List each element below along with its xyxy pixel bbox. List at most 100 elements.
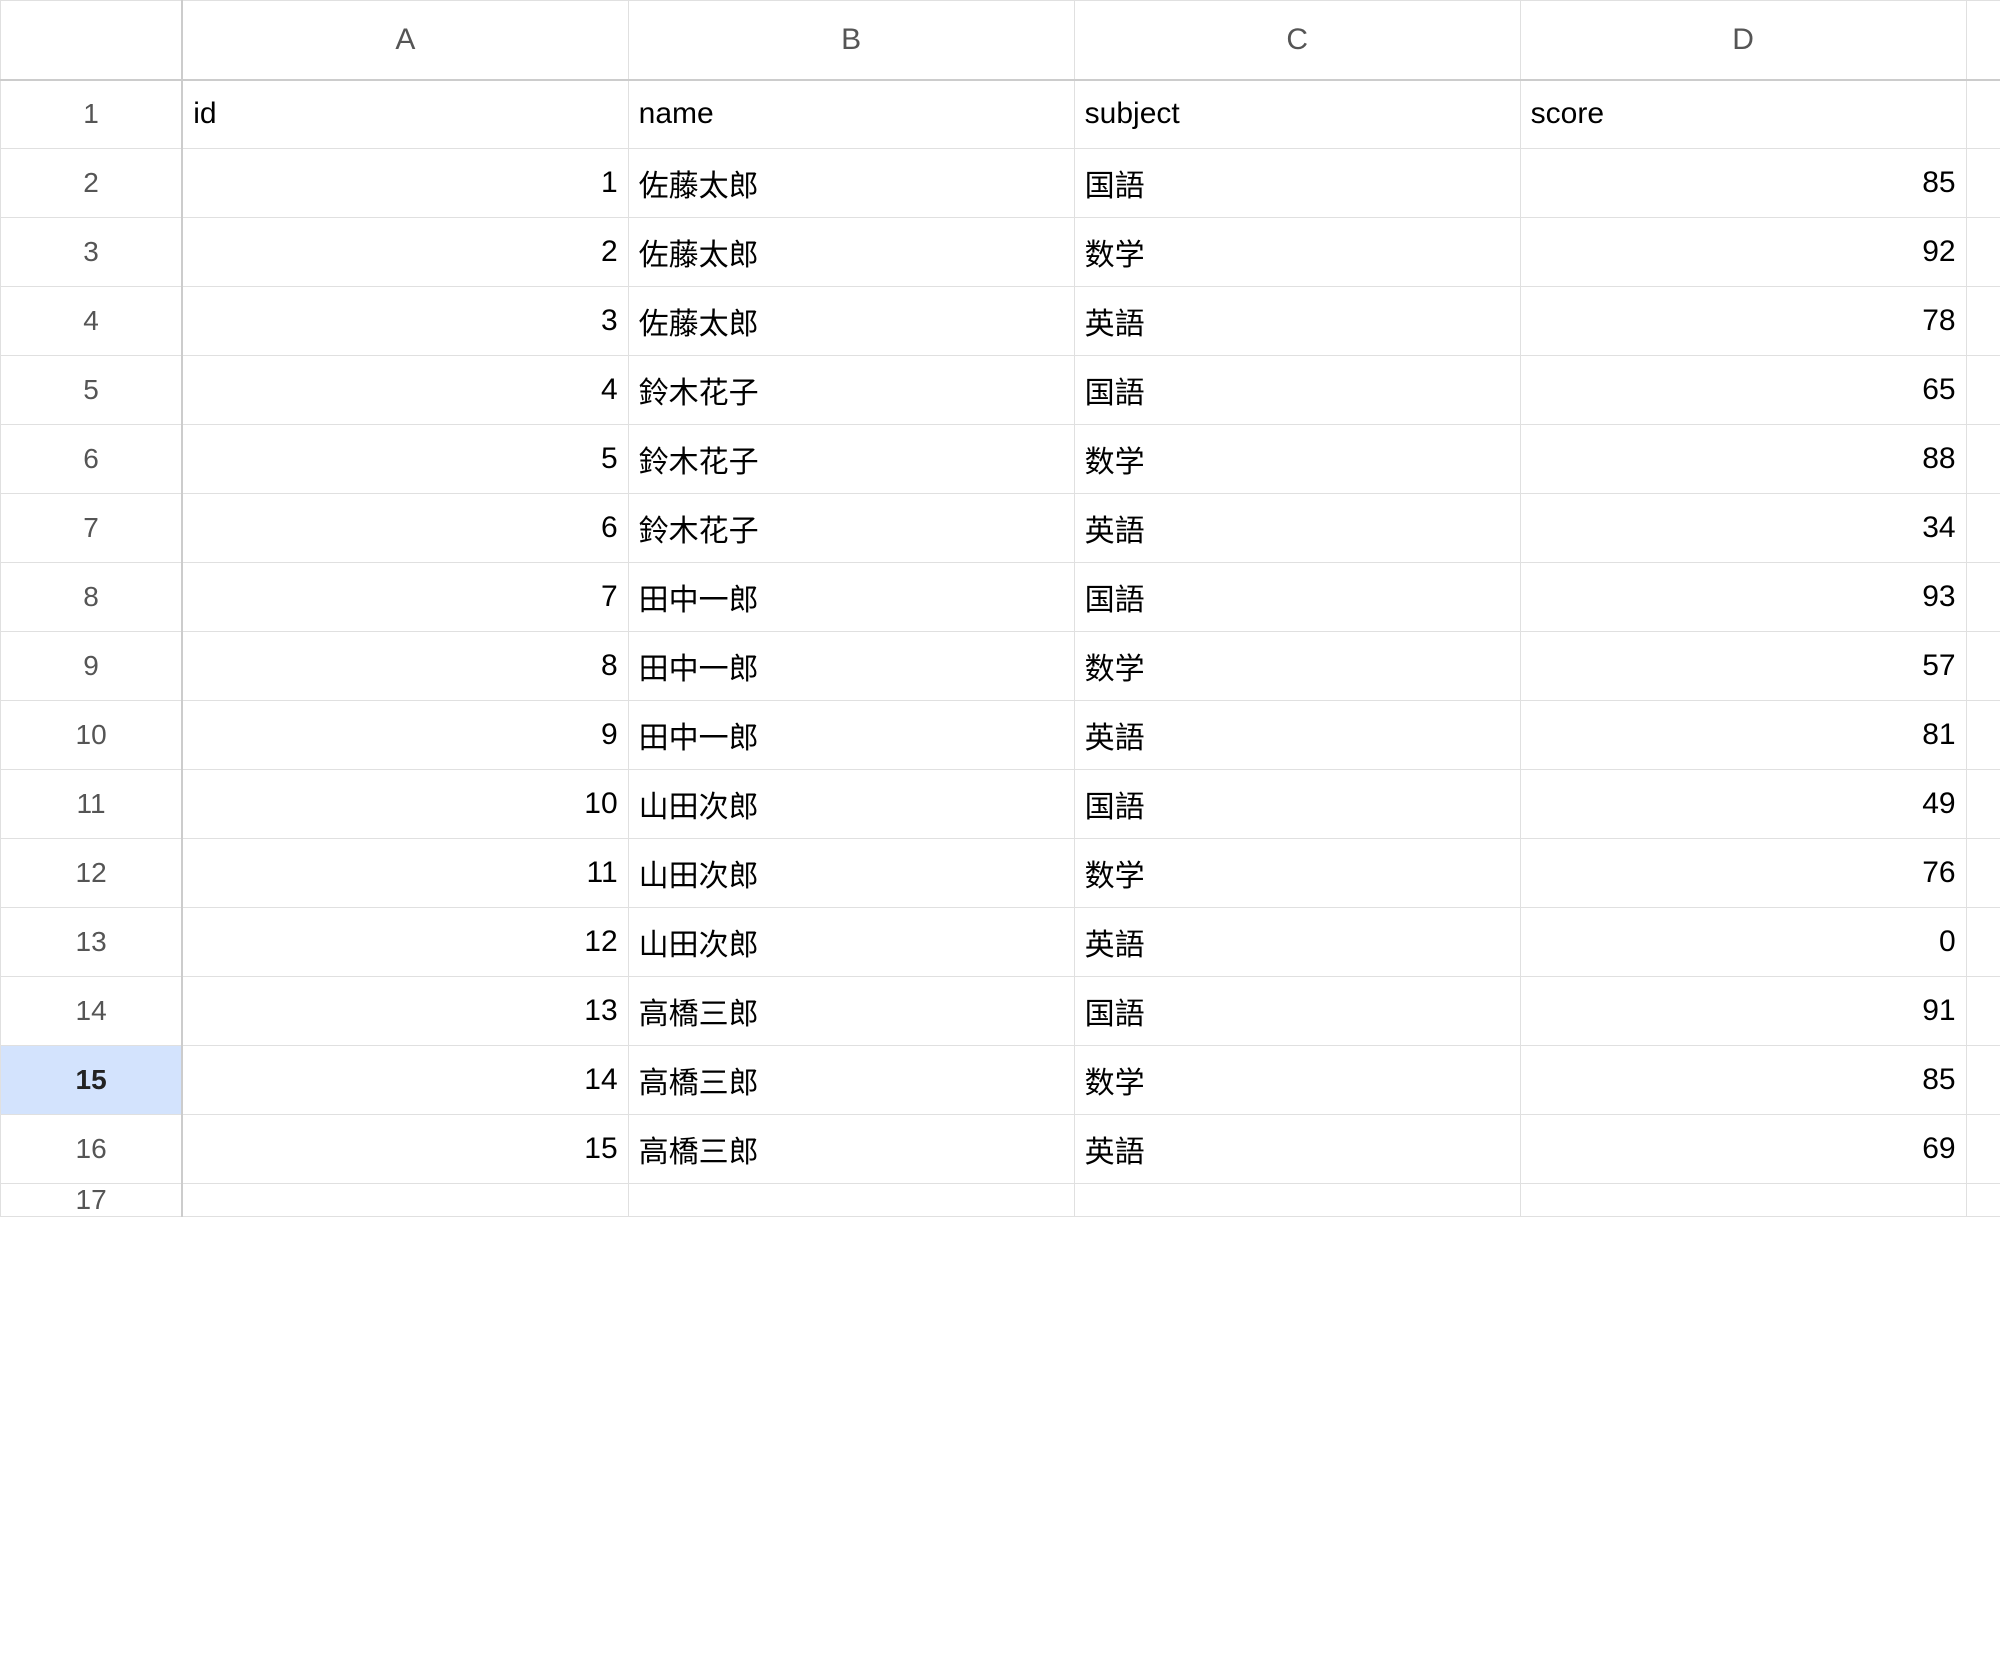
cell-A3[interactable]: 2 bbox=[182, 217, 628, 286]
cell-E7[interactable] bbox=[1966, 493, 2000, 562]
cell-D8[interactable]: 93 bbox=[1520, 562, 1966, 631]
cell-B11[interactable]: 山田次郎 bbox=[628, 769, 1074, 838]
cell-E15[interactable] bbox=[1966, 1045, 2000, 1114]
row-header-3[interactable]: 3 bbox=[1, 217, 183, 286]
cell-B13[interactable]: 山田次郎 bbox=[628, 907, 1074, 976]
select-all-corner[interactable] bbox=[1, 1, 183, 81]
column-header-E-partial[interactable] bbox=[1966, 1, 2000, 81]
cell-B17[interactable] bbox=[628, 1183, 1074, 1216]
row-header-14[interactable]: 14 bbox=[1, 976, 183, 1045]
cell-C8[interactable]: 国語 bbox=[1074, 562, 1520, 631]
cell-E16[interactable] bbox=[1966, 1114, 2000, 1183]
cell-A12[interactable]: 11 bbox=[182, 838, 628, 907]
cell-A14[interactable]: 13 bbox=[182, 976, 628, 1045]
cell-D13[interactable]: 0 bbox=[1520, 907, 1966, 976]
column-header-D[interactable]: D bbox=[1520, 1, 1966, 81]
cell-E14[interactable] bbox=[1966, 976, 2000, 1045]
cell-D16[interactable]: 69 bbox=[1520, 1114, 1966, 1183]
cell-A9[interactable]: 8 bbox=[182, 631, 628, 700]
cell-E10[interactable] bbox=[1966, 700, 2000, 769]
cell-A16[interactable]: 15 bbox=[182, 1114, 628, 1183]
cell-C1[interactable]: subject bbox=[1074, 80, 1520, 148]
cell-D1[interactable]: score bbox=[1520, 80, 1966, 148]
cell-B14[interactable]: 高橋三郎 bbox=[628, 976, 1074, 1045]
cell-C13[interactable]: 英語 bbox=[1074, 907, 1520, 976]
spreadsheet-grid[interactable]: A B C D 1 id name subject score 2 1 佐藤太郎… bbox=[0, 0, 2000, 1217]
cell-D9[interactable]: 57 bbox=[1520, 631, 1966, 700]
cell-E9[interactable] bbox=[1966, 631, 2000, 700]
cell-E8[interactable] bbox=[1966, 562, 2000, 631]
cell-D11[interactable]: 49 bbox=[1520, 769, 1966, 838]
row-header-11[interactable]: 11 bbox=[1, 769, 183, 838]
cell-A17[interactable] bbox=[182, 1183, 628, 1216]
cell-C12[interactable]: 数学 bbox=[1074, 838, 1520, 907]
column-header-A[interactable]: A bbox=[182, 1, 628, 81]
cell-A4[interactable]: 3 bbox=[182, 286, 628, 355]
row-header-16[interactable]: 16 bbox=[1, 1114, 183, 1183]
cell-C6[interactable]: 数学 bbox=[1074, 424, 1520, 493]
cell-B8[interactable]: 田中一郎 bbox=[628, 562, 1074, 631]
cell-E5[interactable] bbox=[1966, 355, 2000, 424]
row-header-13[interactable]: 13 bbox=[1, 907, 183, 976]
cell-C17[interactable] bbox=[1074, 1183, 1520, 1216]
cell-C16[interactable]: 英語 bbox=[1074, 1114, 1520, 1183]
row-header-5[interactable]: 5 bbox=[1, 355, 183, 424]
cell-B4[interactable]: 佐藤太郎 bbox=[628, 286, 1074, 355]
row-header-2[interactable]: 2 bbox=[1, 148, 183, 217]
cell-E13[interactable] bbox=[1966, 907, 2000, 976]
cell-E3[interactable] bbox=[1966, 217, 2000, 286]
cell-D12[interactable]: 76 bbox=[1520, 838, 1966, 907]
cell-B5[interactable]: 鈴木花子 bbox=[628, 355, 1074, 424]
cell-D6[interactable]: 88 bbox=[1520, 424, 1966, 493]
cell-B7[interactable]: 鈴木花子 bbox=[628, 493, 1074, 562]
cell-A5[interactable]: 4 bbox=[182, 355, 628, 424]
column-header-B[interactable]: B bbox=[628, 1, 1074, 81]
cell-C2[interactable]: 国語 bbox=[1074, 148, 1520, 217]
row-header-4[interactable]: 4 bbox=[1, 286, 183, 355]
cell-C10[interactable]: 英語 bbox=[1074, 700, 1520, 769]
row-header-7[interactable]: 7 bbox=[1, 493, 183, 562]
row-header-6[interactable]: 6 bbox=[1, 424, 183, 493]
row-header-9[interactable]: 9 bbox=[1, 631, 183, 700]
cell-E2[interactable] bbox=[1966, 148, 2000, 217]
cell-A11[interactable]: 10 bbox=[182, 769, 628, 838]
cell-E1[interactable] bbox=[1966, 80, 2000, 148]
cell-D5[interactable]: 65 bbox=[1520, 355, 1966, 424]
cell-B2[interactable]: 佐藤太郎 bbox=[628, 148, 1074, 217]
cell-A6[interactable]: 5 bbox=[182, 424, 628, 493]
cell-C5[interactable]: 国語 bbox=[1074, 355, 1520, 424]
cell-B15[interactable]: 高橋三郎 bbox=[628, 1045, 1074, 1114]
cell-A8[interactable]: 7 bbox=[182, 562, 628, 631]
cell-C7[interactable]: 英語 bbox=[1074, 493, 1520, 562]
cell-A7[interactable]: 6 bbox=[182, 493, 628, 562]
row-header-17[interactable]: 17 bbox=[1, 1183, 183, 1216]
row-header-12[interactable]: 12 bbox=[1, 838, 183, 907]
cell-E11[interactable] bbox=[1966, 769, 2000, 838]
cell-B16[interactable]: 高橋三郎 bbox=[628, 1114, 1074, 1183]
cell-D17[interactable] bbox=[1520, 1183, 1966, 1216]
cell-B9[interactable]: 田中一郎 bbox=[628, 631, 1074, 700]
cell-A10[interactable]: 9 bbox=[182, 700, 628, 769]
cell-A15[interactable]: 14 bbox=[182, 1045, 628, 1114]
cell-D7[interactable]: 34 bbox=[1520, 493, 1966, 562]
cell-D4[interactable]: 78 bbox=[1520, 286, 1966, 355]
cell-C9[interactable]: 数学 bbox=[1074, 631, 1520, 700]
cell-B6[interactable]: 鈴木花子 bbox=[628, 424, 1074, 493]
cell-C11[interactable]: 国語 bbox=[1074, 769, 1520, 838]
cell-B1[interactable]: name bbox=[628, 80, 1074, 148]
cell-A2[interactable]: 1 bbox=[182, 148, 628, 217]
cell-A1[interactable]: id bbox=[182, 80, 628, 148]
cell-B12[interactable]: 山田次郎 bbox=[628, 838, 1074, 907]
row-header-1[interactable]: 1 bbox=[1, 80, 183, 148]
cell-C3[interactable]: 数学 bbox=[1074, 217, 1520, 286]
cell-E17[interactable] bbox=[1966, 1183, 2000, 1216]
column-header-C[interactable]: C bbox=[1074, 1, 1520, 81]
cell-B3[interactable]: 佐藤太郎 bbox=[628, 217, 1074, 286]
cell-E6[interactable] bbox=[1966, 424, 2000, 493]
cell-D3[interactable]: 92 bbox=[1520, 217, 1966, 286]
row-header-8[interactable]: 8 bbox=[1, 562, 183, 631]
row-header-15[interactable]: 15 bbox=[1, 1045, 183, 1114]
cell-D15[interactable]: 85 bbox=[1520, 1045, 1966, 1114]
cell-E12[interactable] bbox=[1966, 838, 2000, 907]
cell-C15[interactable]: 数学 bbox=[1074, 1045, 1520, 1114]
